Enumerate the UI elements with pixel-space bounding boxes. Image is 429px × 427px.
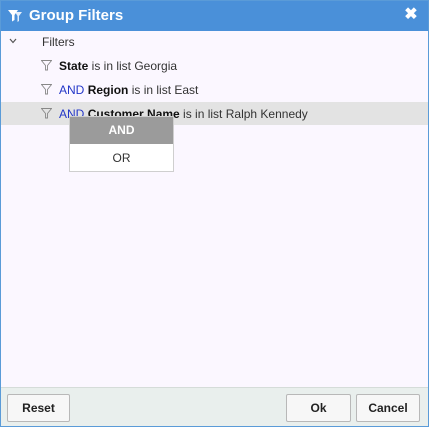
group-filters-dialog: Group Filters ✖ Filters State is in list… (0, 0, 429, 427)
menu-item-and[interactable]: AND (70, 117, 173, 144)
dialog-titlebar: Group Filters ✖ (1, 1, 428, 31)
filter-row-region[interactable]: AND Region is in list East (1, 78, 428, 101)
menu-item-or[interactable]: OR (70, 145, 173, 172)
ok-button[interactable]: Ok (286, 394, 351, 422)
filter-condition: is in list Ralph Kennedy (179, 107, 308, 121)
filter-icon (41, 108, 52, 119)
filter-field: Region (87, 83, 129, 97)
filter-condition: is in list East (128, 83, 199, 97)
cancel-button[interactable]: Cancel (356, 394, 420, 422)
filter-row-customer-name[interactable]: AND Customer Name is in list Ralph Kenne… (1, 102, 428, 125)
filter-row-state[interactable]: State is in list Georgia (1, 54, 428, 77)
operator-dropdown-menu: AND OR (69, 116, 174, 172)
filter-group-icon (8, 10, 22, 22)
dialog-title: Group Filters (29, 7, 124, 24)
reset-button[interactable]: Reset (7, 394, 70, 422)
tree-root-label: Filters (42, 35, 75, 49)
tree-root-row[interactable]: Filters (1, 31, 428, 54)
filter-icon (41, 60, 52, 71)
filter-row-text: AND Region is in list East (59, 83, 198, 97)
filter-row-text: State is in list Georgia (59, 59, 177, 73)
close-icon[interactable]: ✖ (402, 6, 420, 24)
dialog-footer: Reset Ok Cancel (1, 387, 428, 426)
filter-operator[interactable]: AND (59, 83, 84, 97)
filter-condition: is in list Georgia (88, 59, 178, 73)
chevron-down-icon[interactable] (8, 36, 18, 46)
filter-icon (41, 84, 52, 95)
filter-field: State (59, 59, 89, 73)
